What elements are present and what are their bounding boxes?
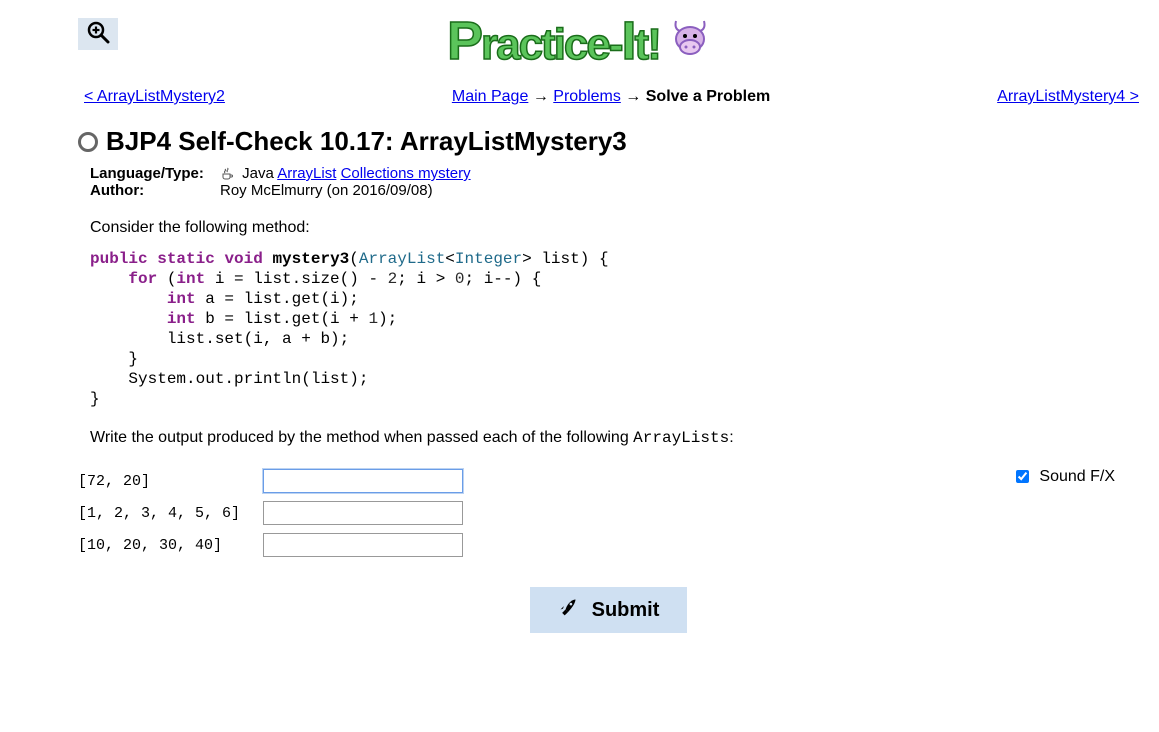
answers-table: [72, 20] [1, 2, 3, 4, 5, 6] [10, 20, 30,… [78, 463, 475, 563]
answer-row: [10, 20, 30, 40] [78, 531, 475, 559]
language-type-value: Java ArrayList Collections mystery [220, 165, 471, 182]
prompt2-pre: Write the output produced by the method … [90, 429, 633, 446]
page-title: BJP4 Self-Check 10.17: ArrayListMystery3 [106, 126, 627, 157]
site-logo: Practice-It! [0, 0, 1159, 80]
answer-input-1[interactable] [263, 469, 463, 493]
prev-problem-link[interactable]: < ArrayListMystery2 [84, 88, 225, 106]
tag-arraylist-link[interactable]: ArrayList [277, 165, 336, 182]
logo-text: Practice-It! [447, 10, 660, 72]
magnifier-plus-icon [86, 20, 110, 48]
breadcrumb-arrow: → [625, 88, 645, 105]
status-circle-icon [78, 132, 98, 152]
java-icon [220, 167, 234, 181]
tag-collections-mystery-link[interactable]: Collections mystery [341, 165, 471, 182]
prompt2-post: : [729, 429, 733, 446]
answer-input-2[interactable] [263, 501, 463, 525]
prompt-intro: Consider the following method: [90, 219, 1139, 237]
cow-icon [668, 17, 712, 65]
breadcrumb: Main Page → Problems → Solve a Problem [452, 88, 770, 106]
answer-row: [1, 2, 3, 4, 5, 6] [78, 499, 475, 527]
zoom-button[interactable] [78, 18, 118, 50]
soundfx-toggle[interactable]: Sound F/X [1012, 468, 1115, 485]
breadcrumb-arrow: → [533, 88, 553, 105]
answer-label: [72, 20] [78, 467, 263, 495]
answer-label: [10, 20, 30, 40] [78, 531, 263, 559]
breadcrumb-current: Solve a Problem [646, 88, 771, 105]
main-page-link[interactable]: Main Page [452, 88, 529, 105]
submit-button[interactable]: Submit [530, 587, 688, 633]
code-block: public static void mystery3(ArrayList<In… [90, 249, 1139, 409]
rocket-icon [558, 597, 578, 623]
answer-input-3[interactable] [263, 533, 463, 557]
language-type-label: Language/Type: [90, 165, 220, 182]
language-plain: Java [242, 165, 274, 182]
submit-label: Submit [592, 599, 660, 622]
prompt-instructions: Write the output produced by the method … [90, 429, 1139, 447]
answer-label: [1, 2, 3, 4, 5, 6] [78, 499, 263, 527]
prompt2-code: ArrayLists [633, 429, 729, 447]
answer-row: [72, 20] [78, 467, 475, 495]
soundfx-label: Sound F/X [1039, 468, 1115, 485]
author-value: Roy McElmurry (on 2016/09/08) [220, 182, 433, 199]
next-problem-link[interactable]: ArrayListMystery4 > [997, 88, 1139, 106]
author-label: Author: [90, 182, 220, 199]
soundfx-checkbox[interactable] [1016, 470, 1029, 483]
problems-link[interactable]: Problems [553, 88, 621, 105]
